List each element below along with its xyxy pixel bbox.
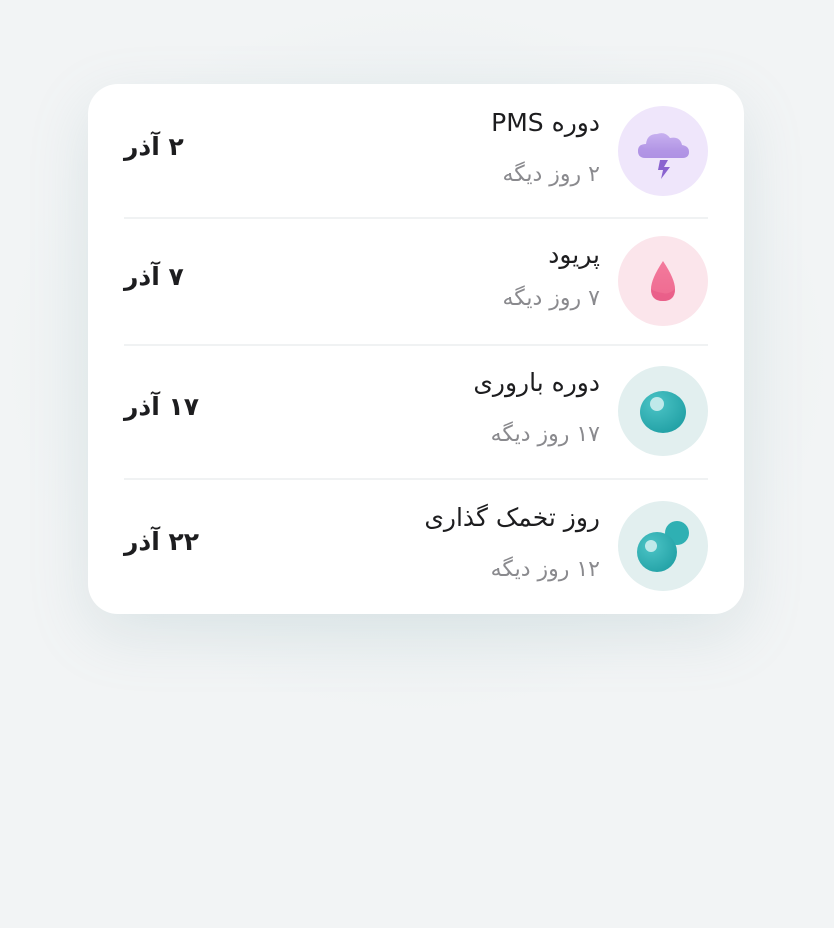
event-title: دوره باروری	[473, 368, 600, 397]
period-icon-circle	[618, 236, 708, 326]
event-date: ۲ آذر	[124, 132, 184, 161]
event-countdown: ۲ روز دیگه	[502, 162, 600, 187]
event-title: پریود	[548, 240, 600, 269]
event-date: ۲۲ آذر	[124, 527, 200, 556]
event-countdown: ۱۲ روز دیگه	[490, 557, 600, 582]
event-countdown: ۷ روز دیگه	[502, 286, 600, 311]
row-divider	[124, 217, 708, 219]
event-row-period[interactable]: پریود ۷ روز دیگه ۷ آذر	[124, 236, 708, 326]
event-row-ovulation[interactable]: روز تخمک گذاری ۱۲ روز دیگه ۲۲ آذر	[124, 501, 708, 591]
event-row-pms[interactable]: دوره PMS ۲ روز دیگه ۲ آذر	[124, 106, 708, 196]
ovulation-cell-icon	[637, 521, 689, 572]
event-countdown: ۱۷ روز دیگه	[490, 422, 600, 447]
ovulation-icon-circle	[618, 501, 708, 591]
egg-cell-icon	[640, 391, 686, 433]
row-divider	[124, 478, 708, 480]
upcoming-events-card: دوره PMS ۲ روز دیگه ۲ آذر پریود ۷ روز دی…	[88, 84, 744, 614]
storm-cloud-icon	[638, 133, 689, 179]
event-row-fertile[interactable]: دوره باروری ۱۷ روز دیگه ۱۷ آذر	[124, 366, 708, 456]
fertile-icon-circle	[618, 366, 708, 456]
row-divider	[124, 344, 708, 346]
event-date: ۱۷ آذر	[124, 392, 200, 421]
event-date: ۷ آذر	[124, 262, 184, 291]
pms-icon-circle	[618, 106, 708, 196]
event-title: روز تخمک گذاری	[424, 503, 600, 532]
event-title: دوره PMS	[491, 108, 600, 137]
blood-drop-icon	[651, 261, 675, 301]
